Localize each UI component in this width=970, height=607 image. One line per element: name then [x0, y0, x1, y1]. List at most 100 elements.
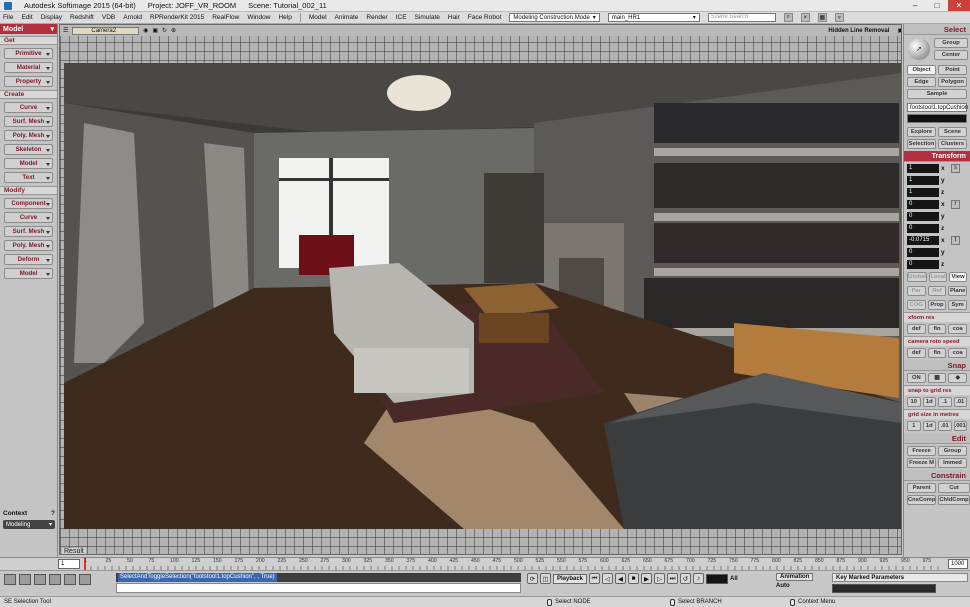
script-input[interactable]	[116, 583, 521, 593]
key-marked-parameters[interactable]: Key Marked Parameters	[832, 573, 968, 582]
minimize-icon[interactable]: –	[904, 0, 926, 11]
menu-simulate[interactable]: Simulate	[415, 14, 440, 21]
edit-group-button[interactable]: Group	[938, 446, 967, 456]
snap-10-button[interactable]: 10	[907, 397, 921, 407]
rotate-x-field[interactable]: 0	[907, 199, 939, 209]
timeline-end-field[interactable]: 1000	[948, 559, 968, 569]
grid-001-button[interactable]: .001	[953, 421, 967, 431]
selection-button[interactable]: Selection	[907, 139, 936, 149]
text-button[interactable]: Text	[4, 172, 53, 183]
step-back-icon[interactable]: ◁	[602, 573, 614, 584]
layout-1-icon[interactable]	[4, 574, 16, 585]
menu-arnold[interactable]: Arnold	[123, 14, 142, 21]
rotate-z-field[interactable]: 0	[907, 223, 939, 233]
stop-icon[interactable]: ■	[628, 573, 640, 584]
cog-button[interactable]: COG	[907, 300, 926, 310]
menu-render[interactable]: Render	[366, 14, 387, 21]
close-search-icon[interactable]: ×	[800, 13, 810, 22]
animation-menu[interactable]: Animation	[776, 573, 814, 581]
menu-ice[interactable]: ICE	[396, 14, 407, 21]
xform-coa-button[interactable]: coa	[948, 324, 968, 334]
object-button[interactable]: Object	[907, 65, 936, 75]
timeline-ruler[interactable]: 1 25 50 75 100 125 150 175 200 225 250 275 300 325 350…	[84, 558, 944, 570]
modify-model-button[interactable]: Model	[4, 268, 53, 279]
create-model-button[interactable]: Model	[4, 158, 53, 169]
timeline[interactable]: 1 1 25 50 75 100 125 150 175 200 225 250 275 300 325 3…	[0, 557, 970, 570]
zoom-icon[interactable]: ⊕	[171, 27, 176, 34]
layout-6-icon[interactable]	[79, 574, 91, 585]
menu-realflow[interactable]: RealFlow	[212, 14, 239, 21]
point-button[interactable]: Point	[938, 65, 967, 75]
playback-menu[interactable]: Playback	[553, 573, 588, 584]
ref-button[interactable]: Ref	[927, 286, 947, 296]
translate-icon[interactable]: t	[951, 235, 960, 245]
selected-object-field[interactable]: footstool1.topCushion	[907, 103, 968, 112]
eye-icon[interactable]: ◉	[143, 27, 148, 34]
camera-fin-button[interactable]: fin	[927, 348, 947, 358]
explore-button[interactable]: Explore	[907, 127, 936, 137]
freeze-m-button[interactable]: Freeze M	[907, 458, 936, 468]
current-frame-field[interactable]	[706, 573, 729, 584]
context-select[interactable]: Modeling ▾	[3, 520, 55, 529]
loop-icon[interactable]: ⟳	[527, 573, 538, 584]
create-poly-mesh-button[interactable]: Poly. Mesh	[4, 130, 53, 141]
material-button[interactable]: Material	[4, 62, 53, 73]
translate-z-field[interactable]: 0	[907, 259, 939, 269]
rotate-icon[interactable]: r	[951, 199, 960, 209]
polygon-button[interactable]: Polygon	[938, 77, 967, 87]
grid-1d-button[interactable]: 1d	[922, 421, 936, 431]
lock-icon[interactable]: ▣	[152, 27, 158, 34]
layout-4-icon[interactable]	[49, 574, 61, 585]
translate-y-field[interactable]: 0	[907, 247, 939, 257]
menu-face-robot[interactable]: Face Robot	[468, 14, 502, 21]
menu-animate[interactable]: Animate	[335, 14, 359, 21]
selection-filter-field[interactable]	[907, 114, 967, 123]
sample-button[interactable]: Sample	[907, 89, 967, 99]
play-back-icon[interactable]: ◀	[615, 573, 627, 584]
viewport-menu-icon[interactable]: ☰	[63, 27, 68, 34]
modify-surf-mesh-button[interactable]: Surf. Mesh	[4, 226, 53, 237]
clusters-button[interactable]: Clusters	[938, 139, 967, 149]
cut-button[interactable]: Cut	[938, 483, 970, 493]
menu-help[interactable]: Help	[278, 14, 291, 21]
filter-icon[interactable]: ▿	[834, 13, 844, 22]
snap-toggle[interactable]: ON	[907, 373, 926, 383]
all-label[interactable]: All	[730, 576, 738, 582]
menu-edit[interactable]: Edit	[21, 14, 32, 21]
center-button[interactable]: Center	[934, 50, 968, 60]
prev-key-icon[interactable]: ⏮	[589, 573, 601, 584]
plane-button[interactable]: Plane	[948, 286, 968, 296]
layout-2-icon[interactable]	[19, 574, 31, 585]
viewport-maximize-icon[interactable]: ▣	[897, 27, 901, 34]
display-mode[interactable]: Hidden Line Removal	[828, 28, 889, 34]
toolbar-title[interactable]: Model ▾	[0, 24, 57, 34]
parent-button[interactable]: Parent	[907, 483, 937, 493]
property-button[interactable]: Property	[4, 76, 53, 87]
xform-def-button[interactable]: def	[907, 324, 926, 334]
immed-button[interactable]: Immed	[938, 458, 967, 468]
prop-button[interactable]: Prop	[927, 300, 947, 310]
sym-button[interactable]: Sym	[948, 300, 968, 310]
key-parameters-slider[interactable]	[832, 584, 936, 593]
snap-1d-button[interactable]: 1d	[922, 397, 936, 407]
cnscomp-button[interactable]: CnsComp	[907, 495, 937, 505]
grid-01-button[interactable]: .01	[938, 421, 952, 431]
camera-coa-button[interactable]: coa	[948, 348, 968, 358]
freeze-button[interactable]: Freeze	[907, 446, 936, 456]
menu-redshift[interactable]: Redshift	[70, 14, 94, 21]
chldcomp-button[interactable]: ChldComp	[938, 495, 970, 505]
snap-point-icon[interactable]: ◆	[948, 373, 968, 383]
par-button[interactable]: Par	[907, 286, 926, 296]
primitive-button[interactable]: Primitive	[4, 48, 53, 59]
create-curve-button[interactable]: Curve	[4, 102, 53, 113]
scale-z-field[interactable]: 1	[907, 187, 939, 197]
snap-001-button[interactable]: .01	[953, 397, 967, 407]
layout-5-icon[interactable]	[64, 574, 76, 585]
next-key-icon[interactable]: ⏭	[667, 573, 679, 584]
step-forward-icon[interactable]: ▷	[654, 573, 666, 584]
menu-hair[interactable]: Hair	[448, 14, 460, 21]
deform-button[interactable]: Deform	[4, 254, 53, 265]
menu-window[interactable]: Window	[247, 14, 270, 21]
refresh-icon[interactable]: ↻	[162, 27, 167, 34]
select-arrow-icon[interactable]: ➚	[908, 38, 930, 60]
